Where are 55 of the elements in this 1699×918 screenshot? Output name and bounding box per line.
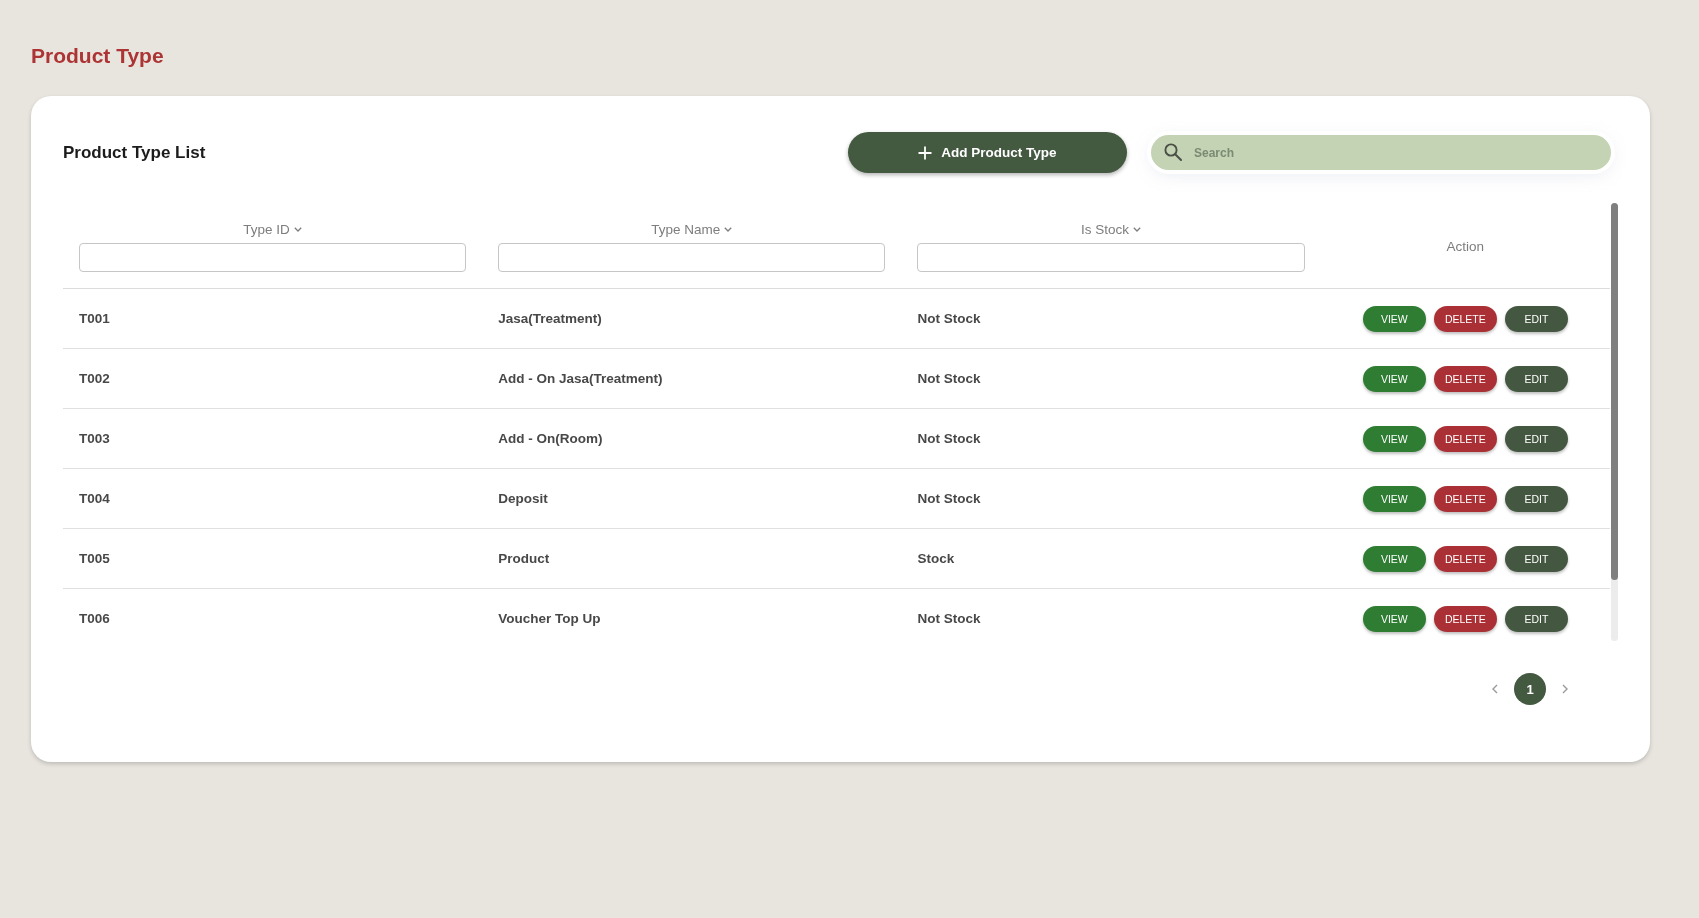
view-button[interactable]: VIEW (1362, 425, 1426, 452)
table-cell: Stock (917, 551, 955, 566)
page-button[interactable]: 1 (1514, 673, 1546, 705)
filter-input[interactable] (498, 243, 886, 272)
edit-button[interactable]: EDIT (1504, 425, 1568, 452)
table-cell: Add - On Jasa(Treatment) (498, 371, 663, 386)
table-cell: Product (498, 551, 550, 566)
table-cell: T004 (79, 491, 110, 506)
table-cell: Not Stock (917, 311, 981, 326)
table-cell: T005 (79, 551, 110, 566)
filter-input[interactable] (917, 243, 1305, 272)
table-cell: Jasa(Treatment) (498, 311, 602, 326)
filter-input[interactable] (79, 243, 467, 272)
table-cell: T003 (79, 431, 110, 446)
edit-button[interactable]: EDIT (1504, 485, 1568, 512)
chevron-left-icon (1492, 684, 1498, 694)
delete-button[interactable]: DELETE (1433, 485, 1497, 512)
edit-button[interactable]: EDIT (1504, 545, 1568, 572)
table-cell: T001 (79, 311, 110, 326)
page-title: Product Type (31, 43, 164, 69)
table-cell: Not Stock (917, 371, 981, 386)
view-button[interactable]: VIEW (1362, 545, 1426, 572)
edit-button[interactable]: EDIT (1504, 365, 1568, 392)
add-product-type-button[interactable]: Add Product Type (848, 132, 1127, 173)
delete-button[interactable]: DELETE (1433, 305, 1497, 332)
card-title: Product Type List (63, 142, 206, 163)
chevron-right-icon (1562, 684, 1568, 694)
plus-icon (918, 145, 933, 160)
chevron-down-icon (724, 227, 733, 232)
column-header: Action (1446, 239, 1485, 254)
chevron-down-icon (1133, 227, 1142, 232)
table-cell: Not Stock (917, 431, 981, 446)
view-button[interactable]: VIEW (1362, 605, 1426, 632)
search-icon (1164, 143, 1182, 161)
search-field[interactable]: Search (1151, 135, 1611, 170)
column-header[interactable]: Type Name (651, 221, 733, 238)
edit-button[interactable]: EDIT (1504, 605, 1568, 632)
table-cell: Not Stock (917, 611, 981, 626)
column-header[interactable]: Type ID (243, 221, 302, 238)
delete-button[interactable]: DELETE (1433, 365, 1497, 392)
delete-button[interactable]: DELETE (1433, 605, 1497, 632)
table-cell: Deposit (498, 491, 548, 506)
table-cell: T006 (79, 611, 110, 626)
chevron-down-icon (293, 227, 302, 232)
table-cell: T002 (79, 371, 110, 386)
delete-button[interactable]: DELETE (1433, 425, 1497, 452)
edit-button[interactable]: EDIT (1504, 305, 1568, 332)
table-cell: Not Stock (917, 491, 981, 506)
column-header[interactable]: Is Stock (1081, 221, 1142, 238)
table-cell: Voucher Top Up (498, 611, 601, 626)
view-button[interactable]: VIEW (1362, 305, 1426, 332)
delete-button[interactable]: DELETE (1433, 545, 1497, 572)
view-button[interactable]: VIEW (1362, 365, 1426, 392)
view-button[interactable]: VIEW (1362, 485, 1426, 512)
table-cell: Add - On(Room) (498, 431, 603, 446)
